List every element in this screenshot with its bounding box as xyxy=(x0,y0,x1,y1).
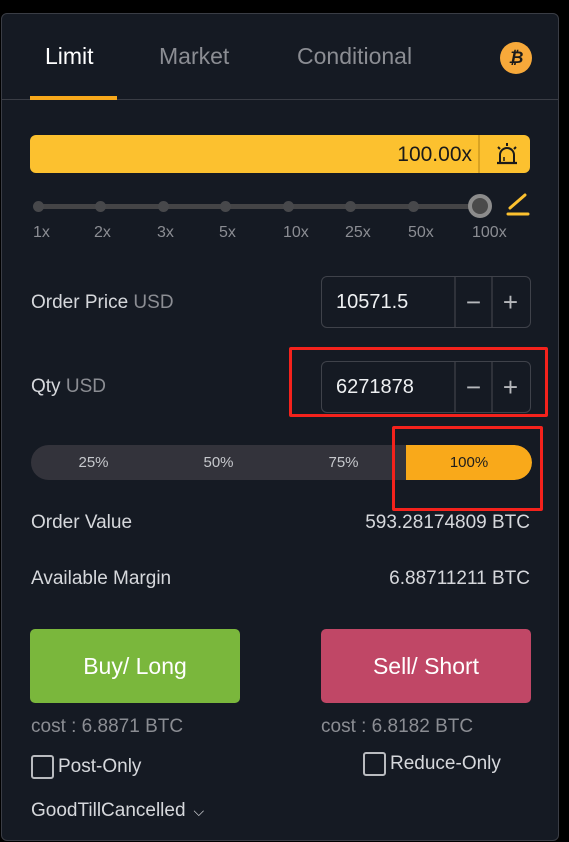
slider-label: 2x xyxy=(94,224,111,241)
percent-25-button[interactable]: 25% xyxy=(31,445,156,480)
alarm-icon[interactable] xyxy=(494,142,520,166)
slider-dot-5x[interactable] xyxy=(220,201,231,212)
available-margin-value: 6.88711211 BTC xyxy=(389,568,530,589)
slider-label: 50x xyxy=(408,224,434,241)
time-in-force-dropdown[interactable]: GoodTillCancelled ⌵ xyxy=(31,800,204,822)
reduce-only-label: Reduce-Only xyxy=(390,753,501,774)
qty-increment-button[interactable]: + xyxy=(491,362,528,412)
available-margin-label: Available Margin xyxy=(31,568,172,589)
qty-unit: USD xyxy=(65,376,106,397)
slider-dot-50x[interactable] xyxy=(408,201,419,212)
tab-market[interactable]: Market xyxy=(159,43,229,70)
active-tab-indicator xyxy=(30,96,117,100)
sell-short-button[interactable]: Sell/ Short xyxy=(321,629,531,703)
leverage-slider[interactable] xyxy=(30,192,500,220)
bitcoin-icon[interactable]: ₿ xyxy=(500,42,532,74)
qty-percent-selector: 25% 50% 75% 100% xyxy=(31,445,532,480)
qty-stepper: 6271878 − + xyxy=(321,361,531,413)
order-value-label: Order Value xyxy=(31,512,133,533)
qty-label: Qty USD xyxy=(31,376,106,398)
percent-50-button[interactable]: 50% xyxy=(156,445,281,480)
buy-long-button[interactable]: Buy/ Long xyxy=(30,629,240,703)
slider-label: 25x xyxy=(345,224,371,241)
time-in-force-value: GoodTillCancelled xyxy=(31,800,186,821)
order-price-stepper: 10571.5 − + xyxy=(321,276,531,328)
slider-dot-2x[interactable] xyxy=(95,201,106,212)
leverage-display[interactable]: 100.00x xyxy=(30,135,530,173)
pencil-icon[interactable] xyxy=(505,192,531,218)
tab-conditional[interactable]: Conditional xyxy=(297,43,412,70)
qty-input[interactable]: 6271878 xyxy=(336,376,414,399)
qty-decrement-button[interactable]: − xyxy=(454,362,491,412)
order-value: 593.28174809 BTC xyxy=(365,512,530,533)
reduce-only-checkbox[interactable]: Reduce-Only xyxy=(363,752,501,776)
order-price-label: Order Price USD xyxy=(31,292,174,314)
percent-100-button[interactable]: 100% xyxy=(406,445,532,480)
slider-label: 10x xyxy=(283,224,309,241)
sell-cost: cost : 6.8182 BTC xyxy=(321,716,474,737)
slider-dot-3x[interactable] xyxy=(158,201,169,212)
order-price-input[interactable]: 10571.5 xyxy=(336,291,408,314)
chevron-down-icon: ⌵ xyxy=(193,802,205,819)
slider-label: 100x xyxy=(472,224,507,241)
slider-dot-1x[interactable] xyxy=(33,201,44,212)
checkbox-icon[interactable] xyxy=(31,755,54,779)
order-price-unit: USD xyxy=(133,292,174,313)
order-panel: Limit Market Conditional ₿ 100.00x 1x 2x… xyxy=(1,13,559,841)
leverage-value: 100.00x xyxy=(397,143,472,166)
slider-label: 5x xyxy=(219,224,236,241)
buy-cost: cost : 6.8871 BTC xyxy=(31,716,184,737)
post-only-checkbox[interactable]: Post-Only xyxy=(31,755,141,779)
order-type-tabs: Limit Market Conditional ₿ xyxy=(2,14,558,100)
slider-thumb[interactable] xyxy=(468,194,492,218)
slider-label: 3x xyxy=(157,224,174,241)
post-only-label: Post-Only xyxy=(58,756,142,777)
slider-dot-10x[interactable] xyxy=(283,201,294,212)
slider-label: 1x xyxy=(33,224,50,241)
leverage-divider xyxy=(478,135,480,173)
percent-75-button[interactable]: 75% xyxy=(281,445,406,480)
slider-dot-25x[interactable] xyxy=(345,201,356,212)
checkbox-icon[interactable] xyxy=(363,752,386,776)
tab-limit[interactable]: Limit xyxy=(45,43,94,70)
qty-label-text: Qty xyxy=(31,376,61,397)
order-price-increment-button[interactable]: + xyxy=(491,277,528,327)
order-price-label-text: Order Price xyxy=(31,292,129,313)
order-price-decrement-button[interactable]: − xyxy=(454,277,491,327)
